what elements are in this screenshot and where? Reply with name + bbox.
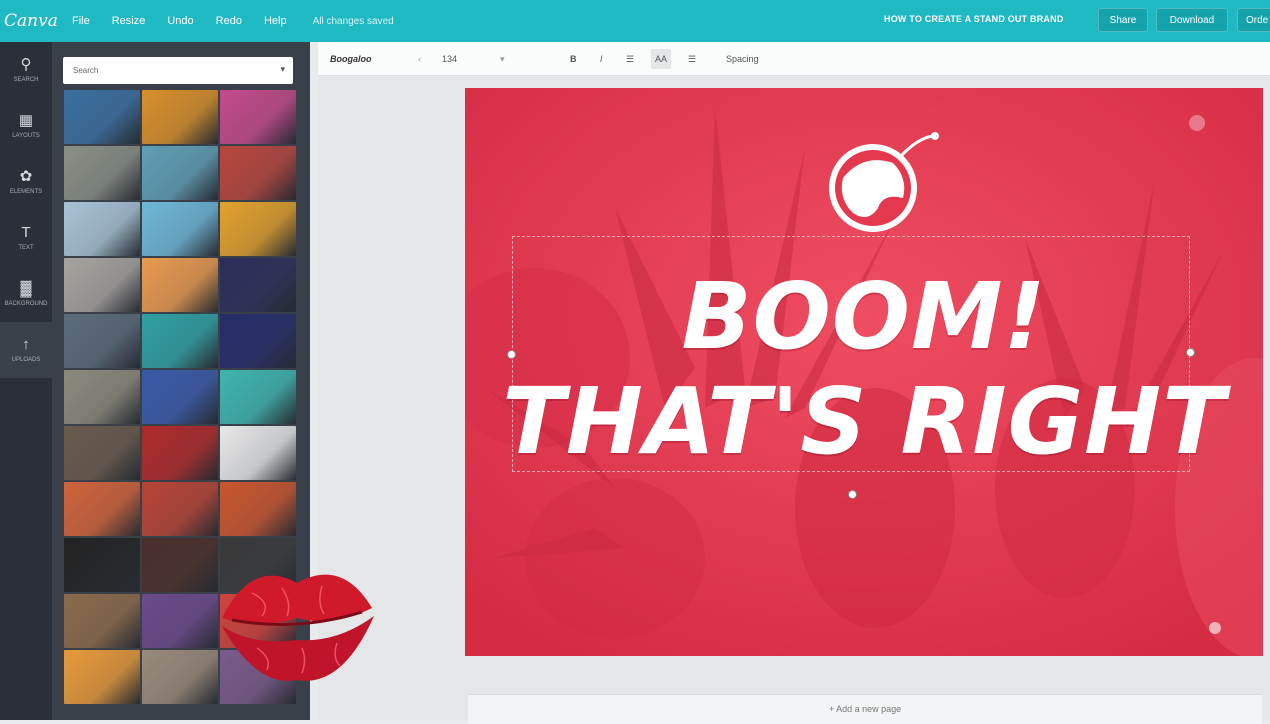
- canva-logo[interactable]: Canva: [4, 11, 64, 31]
- lips-sticker: [222, 574, 374, 681]
- top-bar: Canva File Resize Undo Redo Help All cha…: [0, 0, 1270, 42]
- font-size-value[interactable]: 134: [442, 54, 457, 64]
- list-icon[interactable]: ☰: [688, 54, 696, 65]
- rail-elements[interactable]: ✿ Elements: [0, 154, 52, 210]
- rail-background[interactable]: ▓ Background: [0, 266, 52, 322]
- rail-uploads[interactable]: ↑ Uploads: [0, 322, 52, 378]
- menu-file[interactable]: File: [72, 15, 90, 27]
- upload-thumbnail[interactable]: [220, 370, 296, 424]
- upload-thumbnail[interactable]: [220, 314, 296, 368]
- rail-search-label: Search: [13, 77, 39, 83]
- upload-thumbnail[interactable]: [142, 650, 218, 704]
- text-icon: T: [21, 224, 31, 241]
- upload-thumbnail[interactable]: [142, 314, 218, 368]
- rotate-handle[interactable]: [848, 490, 857, 499]
- bold-button[interactable]: B: [570, 54, 577, 64]
- menu-resize[interactable]: Resize: [112, 15, 146, 27]
- upload-thumbnail[interactable]: [220, 90, 296, 144]
- upload-thumbnail[interactable]: [220, 202, 296, 256]
- text-selection-box[interactable]: [512, 236, 1190, 472]
- upload-thumbnail[interactable]: [220, 426, 296, 480]
- upload-thumbnail[interactable]: [64, 90, 140, 144]
- menu-undo[interactable]: Undo: [167, 15, 193, 27]
- upload-thumbnail[interactable]: [220, 146, 296, 200]
- upload-thumbnail[interactable]: [142, 202, 218, 256]
- upload-icon: ↑: [22, 336, 30, 353]
- upload-thumbnail[interactable]: [142, 482, 218, 536]
- menu-help[interactable]: Help: [264, 15, 287, 27]
- upload-thumbnail[interactable]: [142, 90, 218, 144]
- chevron-down-icon[interactable]: ▾: [280, 64, 285, 75]
- upload-thumbnail[interactable]: [64, 482, 140, 536]
- upload-thumbnail[interactable]: [64, 258, 140, 312]
- resize-handle-right[interactable]: [1186, 348, 1195, 357]
- rail-text[interactable]: T Text: [0, 210, 52, 266]
- upload-thumbnail[interactable]: [142, 594, 218, 648]
- text-toolbar: Boogaloo ‹ 134 ▾ B I ☰ AA ☰ Spacing: [318, 42, 1270, 76]
- rail-elements-label: Elements: [9, 189, 43, 195]
- rail-layouts-label: Layouts: [12, 133, 40, 139]
- document-title[interactable]: HOW TO CREATE A STAND OUT BRAND: [884, 14, 1064, 24]
- layouts-icon: ▦: [18, 112, 34, 129]
- rail-text-label: Text: [18, 245, 34, 251]
- rail-layouts[interactable]: ▦ Layouts: [0, 98, 52, 154]
- upload-thumbnail[interactable]: [142, 538, 218, 592]
- menu-redo[interactable]: Redo: [216, 15, 242, 27]
- download-button[interactable]: Download: [1156, 8, 1228, 32]
- save-status: All changes saved: [312, 15, 394, 27]
- italic-button[interactable]: I: [600, 54, 603, 64]
- upload-thumbnail[interactable]: [64, 538, 140, 592]
- upload-thumbnail[interactable]: [220, 258, 296, 312]
- align-icon[interactable]: ☰: [626, 54, 634, 65]
- font-family-select[interactable]: Boogaloo: [330, 54, 372, 64]
- search-icon: ⚲: [20, 56, 32, 73]
- upload-thumbnail[interactable]: [142, 370, 218, 424]
- spacing-button[interactable]: Spacing: [726, 54, 759, 64]
- upload-thumbnail[interactable]: [64, 370, 140, 424]
- background-icon: ▓: [20, 280, 32, 297]
- panel-search-input[interactable]: Search ▾: [63, 57, 293, 84]
- upload-thumbnail[interactable]: [64, 146, 140, 200]
- share-button[interactable]: Share: [1098, 8, 1148, 32]
- rail-search[interactable]: ⚲ Search: [0, 42, 52, 98]
- left-rail: ⚲ Search ▦ Layouts ✿ Elements T Text ▓ B…: [0, 42, 52, 720]
- upload-thumbnail[interactable]: [220, 482, 296, 536]
- rail-background-label: Background: [4, 301, 48, 307]
- upload-thumbnail[interactable]: [64, 426, 140, 480]
- order-button[interactable]: Orde: [1237, 8, 1270, 32]
- rail-uploads-label: Uploads: [11, 357, 41, 363]
- elements-icon: ✿: [19, 168, 33, 185]
- search-value: Search: [73, 66, 99, 75]
- upload-thumbnail[interactable]: [64, 314, 140, 368]
- upload-thumbnail[interactable]: [142, 146, 218, 200]
- font-size-decrease-icon[interactable]: ‹: [418, 54, 421, 64]
- font-size-chevron-icon[interactable]: ▾: [500, 54, 505, 65]
- upload-thumbnail[interactable]: [64, 594, 140, 648]
- upload-thumbnail[interactable]: [142, 258, 218, 312]
- top-menu: File Resize Undo Redo Help: [72, 15, 309, 27]
- uppercase-button[interactable]: AA: [651, 49, 672, 69]
- upload-thumbnail[interactable]: [142, 426, 218, 480]
- upload-thumbnail[interactable]: [64, 650, 140, 704]
- upload-thumbnail[interactable]: [64, 202, 140, 256]
- resize-handle-left[interactable]: [507, 350, 516, 359]
